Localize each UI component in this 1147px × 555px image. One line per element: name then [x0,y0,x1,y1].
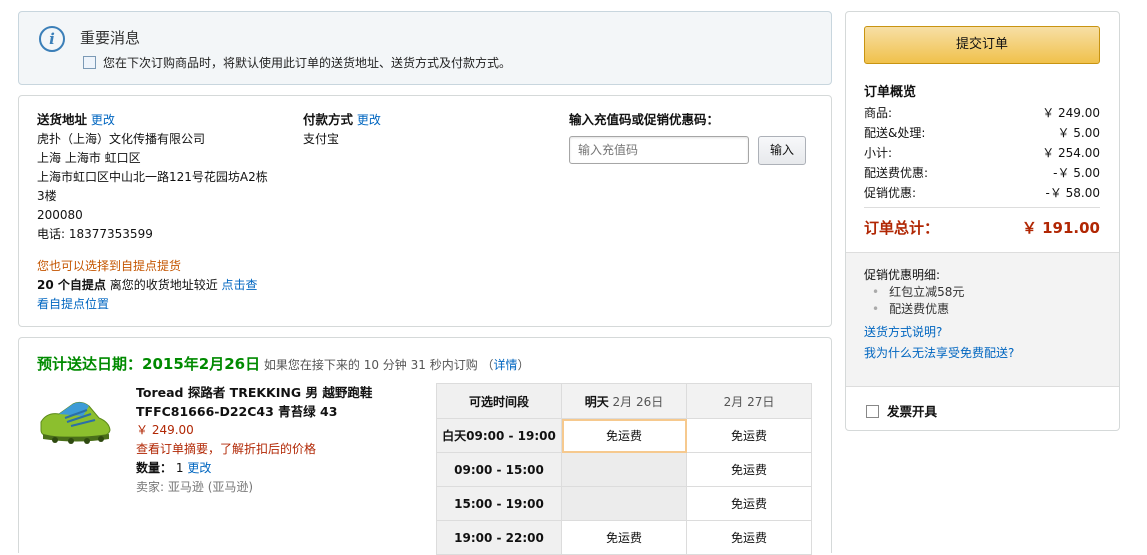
payment-heading: 付款方式 [303,112,354,127]
product-image[interactable] [37,392,113,448]
order-total-value: ￥ 191.00 [1021,219,1100,237]
time-slot: 15:00 - 19:00 [436,486,562,521]
submit-order-button[interactable]: 提交订单 [864,26,1100,64]
promo-code-input[interactable] [569,136,749,164]
quantity-value: 1 [175,461,184,475]
order-summary: 提交订单 订单概览 商品: ￥ 249.00 配送&处理: ￥ 5.00 小计:… [845,11,1120,431]
day1-header: 明天 2月 26日 [561,383,687,419]
discount-note: 查看订单摘要，了解折扣后的价格 [136,442,317,456]
delivery-schedule-table: 可选时间段 明天 2月 26日 2月 27日 白天09:00 - 19:00 免… [436,383,812,555]
promo-detail-title: 促销优惠明细: [864,268,941,282]
order-total-label: 订单总计： [864,219,940,237]
slot-unavailable [561,452,687,487]
address-line: 上海 上海市 虹口区 [37,151,141,165]
time-slot: 白天09:00 - 19:00 [436,418,562,453]
summary-label: 小计: [864,146,893,160]
order-total: 订单总计： ￥ 191.00 [864,217,1100,238]
promo-detail-item: 配送费优惠 [872,301,1014,318]
address-line: 虎扑（上海）文化传播有限公司 [37,132,206,146]
default-settings-checkbox[interactable] [83,56,96,69]
slot-option[interactable]: 免运费 [686,486,812,521]
address-line: 上海市虹口区中山北一路121号花园坊A2栋 [37,170,268,184]
invoice-checkbox[interactable] [866,405,879,418]
change-address-link[interactable]: 更改 [91,113,115,127]
summary-value: -￥ 5.00 [1053,166,1100,180]
pickup-info: 您也可以选择到自提点提货 20 个自提点 离您的收货地址较近 点击查 看自提点位… [37,257,297,314]
summary-label: 促销优惠: [864,186,917,200]
payment-value: 支付宝 [303,132,340,146]
summary-row: 小计: ￥ 254.00 [864,144,1100,161]
product-sku[interactable]: TFFC81666-D22C43 青苔绿 43 [136,402,426,421]
important-notice: i 重要消息 您在下次订购商品时，将默认使用此订单的送货地址、送货方式及付款方式… [18,11,832,85]
shipping-address: 送货地址 更改 虎扑（上海）文化传播有限公司 上海 上海市 虹口区 上海市虹口区… [37,110,297,244]
info-icon: i [39,26,65,52]
delivery-panel: 预计送达日期：2015年2月26日 如果您在接下来的 10 分钟 31 秒内订购… [18,337,832,555]
summary-row: 配送费优惠: -￥ 5.00 [864,164,1100,181]
pickup-hint: 您也可以选择到自提点提货 [37,259,182,273]
summary-label: 商品: [864,106,893,120]
delivery-detail-link[interactable]: 详情 [494,358,518,372]
view-pickup-link[interactable]: 点击查 [222,278,258,292]
seller-label: 卖家: [136,480,165,494]
delivery-date-label: 预计送达日期： [37,355,143,373]
delivery-date: 2015年2月26日 [142,355,261,373]
slot-unavailable [561,486,687,521]
promo-heading: 输入充值码或促销优惠码： [569,112,720,127]
notice-title: 重要消息 [80,29,141,47]
summary-row: 商品: ￥ 249.00 [864,104,1100,121]
product-details: Toread 探路者 TREKKING 男 越野跑鞋 TFFC81666-D22… [136,383,426,497]
payment-method: 付款方式 更改 支付宝 [303,110,381,149]
apply-promo-button[interactable]: 输入 [758,136,806,165]
seller-name: 亚马逊 (亚马逊) [167,480,254,494]
invoice-option[interactable]: 发票开具 [866,401,937,420]
product-price: ￥ 249.00 [136,423,194,437]
shipping-method-link[interactable]: 送货方式说明? [864,324,1014,341]
slot-option-selected[interactable]: 免运费 [561,418,687,453]
address-phone: 电话: 18377353599 [37,227,153,241]
change-quantity-link[interactable]: 更改 [187,461,211,475]
summary-row: 促销优惠: -￥ 58.00 [864,184,1100,201]
delivery-date-heading: 预计送达日期：2015年2月26日 如果您在接下来的 10 分钟 31 秒内订购… [37,353,530,374]
slot-option[interactable]: 免运费 [686,452,812,487]
view-pickup-link-cont[interactable]: 看自提点位置 [37,295,297,314]
promo-detail-item: 红包立减58元 [872,284,1014,301]
invoice-label: 发票开具 [887,404,938,419]
summary-value: ￥ 5.00 [1057,126,1100,140]
summary-divider [864,207,1100,208]
time-slot: 09:00 - 15:00 [436,452,562,487]
summary-value: -￥ 58.00 [1045,186,1101,200]
change-payment-link[interactable]: 更改 [357,113,381,127]
quantity-label: 数量： [136,461,173,475]
slot-option[interactable]: 免运费 [686,418,812,453]
promo-detail-list: 红包立减58元 配送费优惠 [864,284,1014,318]
summary-label: 配送费优惠: [864,166,929,180]
summary-value: ￥ 249.00 [1042,106,1100,120]
delivery-hint-end: ） [517,358,530,372]
address-line: 200080 [37,208,83,222]
pickup-distance-text: 离您的收货地址较近 [105,278,222,292]
summary-row: 配送&处理: ￥ 5.00 [864,124,1100,141]
summary-value: ￥ 254.00 [1042,146,1100,160]
default-settings-label: 您在下次订购商品时，将默认使用此订单的送货地址、送货方式及付款方式。 [103,56,512,70]
day2-header: 2月 27日 [686,383,812,419]
summary-title: 订单概览 [864,85,917,100]
order-info-panel: 送货地址 更改 虎扑（上海）文化传播有限公司 上海 上海市 虹口区 上海市虹口区… [18,95,832,327]
time-slot-header: 可选时间段 [436,383,562,419]
product-name[interactable]: Toread 探路者 TREKKING 男 越野跑鞋 [136,383,426,402]
pickup-count: 20 个自提点 [37,278,106,292]
promo-detail-panel: 促销优惠明细: 红包立减58元 配送费优惠 送货方式说明? 我为什么无法享受免费… [846,252,1119,387]
summary-label: 配送&处理: [864,126,926,140]
delivery-hint: 如果您在接下来的 10 分钟 31 秒内订购 （ [260,358,494,372]
shipping-address-heading: 送货地址 [37,112,88,127]
promo-code-section: 输入充值码或促销优惠码： [569,110,719,130]
address-line: 3楼 [37,189,57,203]
free-shipping-link[interactable]: 我为什么无法享受免费配送? [864,345,1014,362]
